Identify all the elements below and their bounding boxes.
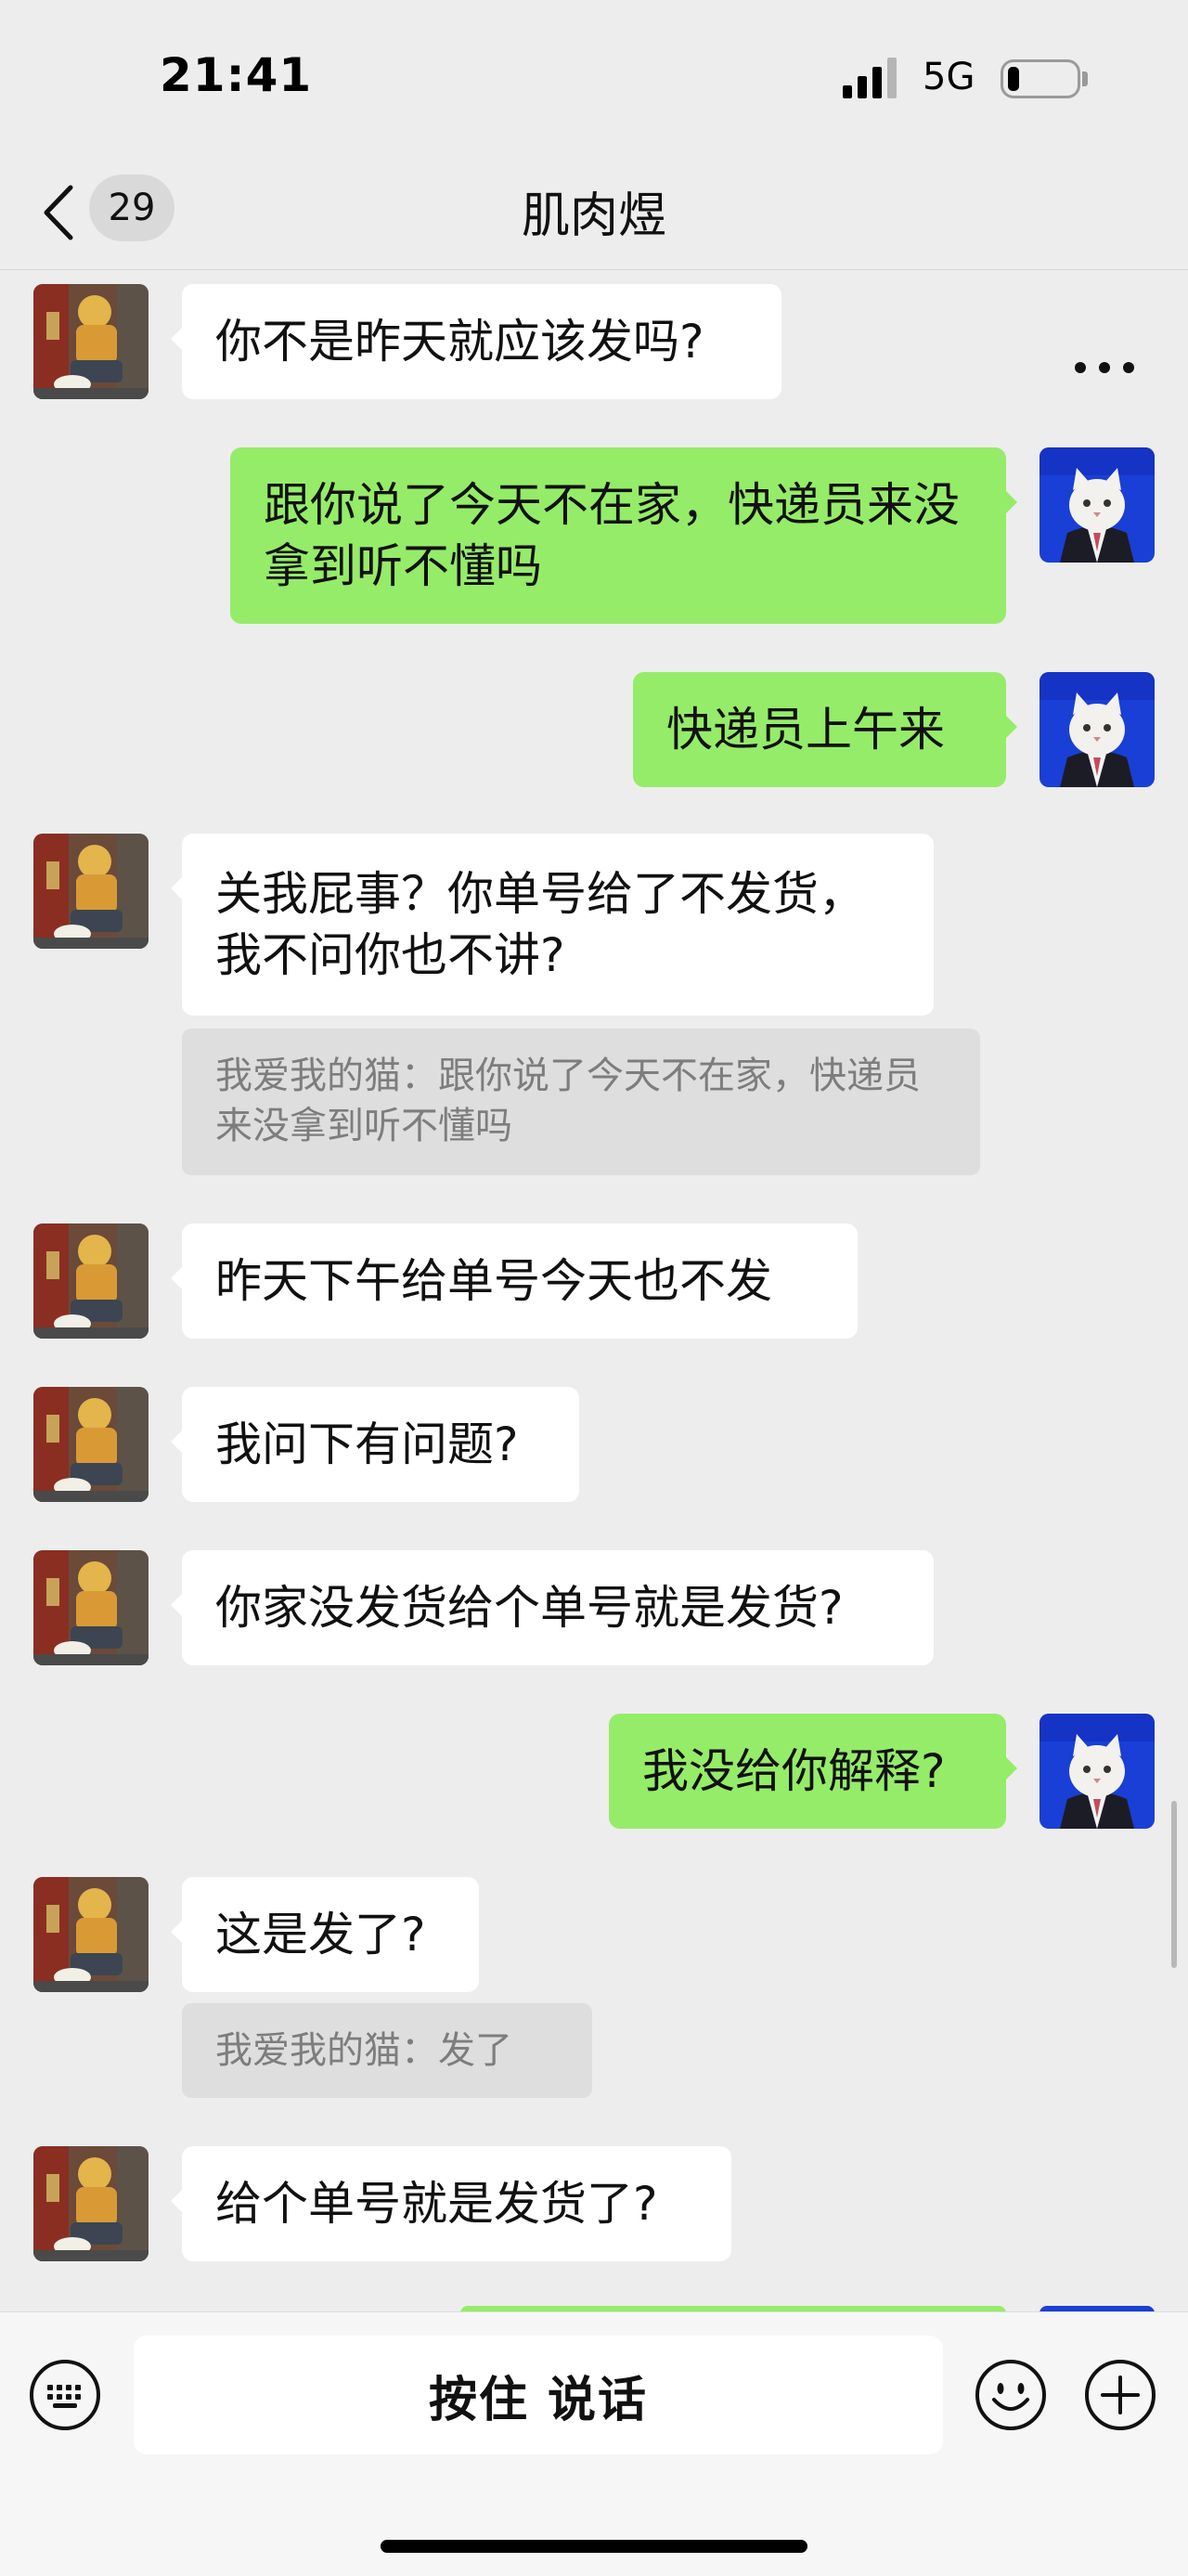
- bubble-tail: [171, 2190, 182, 2212]
- battery-icon: [1001, 59, 1080, 98]
- status-bar: 21:41 5G: [0, 0, 1188, 158]
- emoji-icon[interactable]: [975, 2359, 1047, 2431]
- bubble-tail: [1006, 716, 1017, 738]
- plus-icon[interactable]: [1084, 2359, 1156, 2431]
- bubble-tail: [171, 328, 182, 350]
- my-avatar[interactable]: [1040, 672, 1155, 787]
- my-avatar[interactable]: [1040, 1714, 1155, 1829]
- chat-title: 肌肉煜: [521, 188, 666, 244]
- battery-cap: [1082, 71, 1088, 86]
- quoted-reply[interactable]: 我爱我的猫：跟你说了今天不在家，快递员来没拿到听不懂吗: [182, 1029, 980, 1175]
- bubble-tail: [1006, 1757, 1017, 1780]
- more-dots-icon[interactable]: [1075, 358, 1134, 377]
- message-bubble-incoming[interactable]: 我问下有问题?: [182, 1387, 579, 1502]
- contact-avatar[interactable]: [33, 1387, 148, 1502]
- contact-avatar[interactable]: [33, 1223, 148, 1339]
- contact-avatar[interactable]: [33, 1550, 148, 1665]
- bubble-tail: [171, 877, 182, 900]
- bubble-tail: [171, 1267, 182, 1289]
- bubble-tail: [171, 1921, 182, 1943]
- message-bubble-incoming[interactable]: 你家没发货给个单号就是发货?: [182, 1550, 934, 1665]
- signal-icon: [843, 58, 897, 98]
- status-time: 21:41: [160, 48, 313, 102]
- contact-avatar[interactable]: [33, 834, 148, 949]
- network-label: 5G: [923, 56, 975, 98]
- bubble-tail: [171, 1430, 182, 1453]
- message-bubble-outgoing[interactable]: 我没给你解释?: [609, 1714, 1006, 1829]
- quoted-reply[interactable]: 我爱我的猫：发了: [182, 2003, 592, 2098]
- message-bubble-incoming[interactable]: 这是发了?: [182, 1877, 479, 1992]
- scrollbar[interactable]: [1171, 1801, 1177, 1968]
- bubble-tail: [171, 1594, 182, 1616]
- contact-avatar[interactable]: [33, 284, 148, 399]
- message-bubble-incoming[interactable]: 给个单号就是发货了?: [182, 2146, 731, 2261]
- contact-avatar[interactable]: [33, 1877, 148, 1992]
- keyboard-icon[interactable]: [29, 2359, 101, 2431]
- my-avatar[interactable]: [1040, 447, 1155, 563]
- message-bubble-incoming[interactable]: 你不是昨天就应该发吗?: [182, 284, 781, 399]
- home-indicator[interactable]: [381, 2540, 807, 2553]
- message-bubble-outgoing[interactable]: 跟你说了今天不在家，快递员来没拿到听不懂吗: [230, 447, 1006, 624]
- message-bubble-incoming[interactable]: 关我屁事？你单号给了不发货，我不问你也不讲?: [182, 834, 934, 1016]
- bubble-tail: [1006, 491, 1017, 513]
- message-bubble-outgoing[interactable]: 快递员上午来: [633, 672, 1006, 787]
- message-bubble-incoming[interactable]: 昨天下午给单号今天也不发: [182, 1223, 858, 1339]
- contact-avatar[interactable]: [33, 2146, 148, 2261]
- hold-to-talk-button[interactable]: 按住 说话: [134, 2336, 943, 2454]
